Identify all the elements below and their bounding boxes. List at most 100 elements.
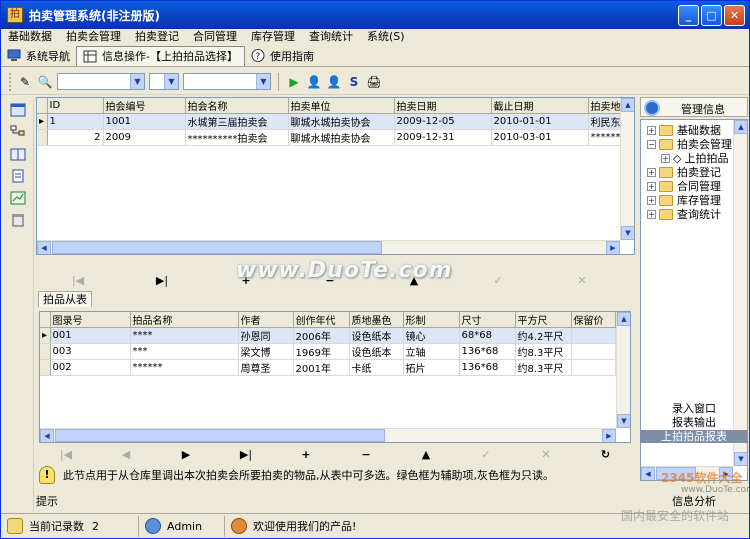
table-cell[interactable]: 1001 — [103, 113, 186, 130]
print-icon[interactable]: 🖨 — [366, 74, 382, 90]
scroll-up-arrow[interactable]: ▲ — [621, 98, 634, 112]
vertical-scrollbar[interactable]: ▲ ▼ — [616, 312, 630, 428]
minimize-button[interactable]: _ — [678, 5, 699, 26]
table-cell[interactable]: 136*68 — [459, 343, 516, 360]
horizontal-scrollbar[interactable]: ◀ ▶ — [40, 428, 616, 442]
menu-basic-data[interactable]: 基础数据 — [1, 29, 59, 45]
table-cell[interactable] — [571, 343, 616, 360]
next-record-icon[interactable]: ▶ — [156, 448, 216, 461]
expand-icon[interactable]: + — [647, 195, 656, 205]
scroll-down-arrow[interactable]: ▼ — [734, 452, 747, 466]
menu-query-statistics[interactable]: 查询统计 — [302, 29, 360, 45]
table-cell[interactable]: 卡纸 — [349, 359, 404, 376]
column-header[interactable]: 拍卖日期 — [394, 98, 492, 114]
tree-item-auction-management[interactable]: − 拍卖会管理 — [647, 137, 732, 151]
post-record-icon[interactable]: ✓ — [456, 448, 516, 461]
tree-item-query-statistics[interactable]: + 查询统计 — [647, 207, 721, 221]
column-header[interactable]: 形制 — [403, 312, 460, 328]
collapse-icon[interactable]: − — [647, 139, 656, 149]
column-header[interactable]: 尺寸 — [459, 312, 516, 328]
table-cell[interactable]: 2009-12-31 — [394, 129, 492, 146]
column-header[interactable]: 拍品名称 — [130, 312, 239, 328]
column-header[interactable]: 拍卖单位 — [288, 98, 395, 114]
table-row[interactable]: 003 *** 梁文博 1969年 设色纸本 立轴 136*68 约8.3平尺 — [40, 343, 616, 360]
find-user-icon[interactable]: 👤 — [306, 74, 322, 90]
table-cell[interactable]: 设色纸本 — [349, 343, 404, 360]
table-cell[interactable]: 聊城水城拍卖协会 — [288, 113, 395, 130]
table-cell[interactable]: 002 — [50, 359, 131, 376]
scroll-down-arrow[interactable]: ▼ — [617, 414, 630, 428]
table-cell[interactable]: 2001年 — [293, 359, 350, 376]
expand-icon[interactable]: + — [647, 181, 656, 191]
refresh-icon[interactable]: S — [346, 74, 362, 90]
entry-window-button[interactable]: 录入窗口 — [640, 402, 748, 415]
table-cell[interactable]: 立轴 — [403, 343, 460, 360]
table-cell[interactable]: 136*68 — [459, 359, 516, 376]
cancel-record-icon[interactable]: ✕ — [516, 448, 576, 461]
scroll-right-arrow[interactable]: ▶ — [719, 467, 733, 480]
expand-icon[interactable]: + — [647, 209, 656, 219]
maximize-button[interactable]: □ — [701, 5, 722, 26]
last-record-icon[interactable]: ▶| — [120, 274, 204, 287]
table-cell[interactable]: 1 — [47, 113, 104, 130]
column-header[interactable]: 图录号 — [50, 312, 131, 328]
table-cell[interactable]: 2009-12-05 — [394, 113, 492, 130]
table-cell[interactable]: 003 — [50, 343, 131, 360]
table-row[interactable]: 002 ****** 周尊圣 2001年 卡纸 拓片 136*68 约8.3平尺 — [40, 359, 616, 376]
table-cell[interactable]: 约4.2平尺 — [515, 327, 572, 344]
menu-system[interactable]: 系统(S) — [360, 29, 412, 45]
column-header[interactable]: 截止日期 — [491, 98, 589, 114]
table-cell[interactable]: *** — [130, 343, 239, 360]
tree-item-basic-data[interactable]: + 基础数据 — [647, 123, 721, 137]
tree-item-inventory-management[interactable]: + 库存管理 — [647, 193, 721, 207]
table-cell[interactable]: 镜心 — [403, 327, 460, 344]
scroll-up-arrow[interactable]: ▲ — [734, 120, 747, 134]
table-cell[interactable]: 2010-03-01 — [491, 129, 589, 146]
info-analysis-button[interactable]: 信息分析 — [640, 495, 748, 508]
scroll-up-arrow[interactable]: ▲ — [617, 312, 630, 326]
first-record-icon[interactable]: |◀ — [36, 274, 120, 287]
horizontal-scrollbar[interactable]: ◀ ▶ — [641, 466, 733, 480]
prior-record-icon[interactable]: ◀ — [96, 448, 156, 461]
table-cell[interactable]: 聊城水城拍卖协会 — [288, 129, 395, 146]
horizontal-scrollbar[interactable]: ◀ ▶ — [37, 240, 620, 254]
scroll-down-arrow[interactable]: ▼ — [621, 226, 634, 240]
window-icon[interactable] — [10, 103, 26, 117]
refresh-icon[interactable]: ↻ — [576, 448, 635, 461]
field-select[interactable]: ▼ — [57, 73, 145, 90]
menu-contract-management[interactable]: 合同管理 — [186, 29, 244, 45]
scroll-thumb[interactable] — [656, 467, 696, 480]
table-cell[interactable]: 孙恩同 — [238, 327, 294, 344]
table-cell[interactable]: 1969年 — [293, 343, 350, 360]
menu-inventory-management[interactable]: 库存管理 — [244, 29, 302, 45]
post-record-icon[interactable]: ✓ — [456, 274, 540, 287]
scroll-left-arrow[interactable]: ◀ — [40, 429, 54, 442]
menu-auction-registration[interactable]: 拍卖登记 — [128, 29, 186, 45]
table-cell[interactable]: 利民东 — [588, 113, 624, 130]
value-select[interactable]: ▼ — [183, 73, 271, 90]
expand-icon[interactable]: + — [661, 153, 670, 163]
column-header[interactable]: 质地墨色 — [349, 312, 404, 328]
table-cell[interactable]: 2010-01-01 — [491, 113, 589, 130]
edit-record-icon[interactable]: ▲ — [372, 274, 456, 287]
book-icon[interactable] — [10, 147, 26, 161]
table-cell[interactable]: 约8.3平尺 — [515, 359, 572, 376]
column-header[interactable]: 保留价 — [571, 312, 616, 328]
table-cell[interactable]: 2009 — [103, 129, 186, 146]
title-bar[interactable]: 拍 拍卖管理系统(非注册版) _ □ ✕ — [1, 1, 749, 29]
column-header[interactable]: 拍卖地 — [588, 98, 624, 114]
pencil-icon[interactable]: ✎ — [17, 74, 33, 90]
table-cell[interactable]: 拓片 — [403, 359, 460, 376]
column-header[interactable]: 平方尺 — [515, 312, 572, 328]
column-header[interactable]: 创作年代 — [293, 312, 350, 328]
insert-record-icon[interactable]: + — [276, 448, 336, 461]
preview-icon[interactable]: 🔍 — [37, 74, 53, 90]
tab-user-guide[interactable]: ? 使用指南 — [245, 46, 320, 66]
tab-lot-detail[interactable]: 拍品从表 — [38, 291, 92, 307]
last-record-icon[interactable]: ▶| — [216, 448, 276, 461]
table-cell[interactable]: 水城第三届拍卖会 — [185, 113, 289, 130]
document-icon[interactable] — [10, 169, 26, 183]
table-cell[interactable]: ****** — [130, 359, 239, 376]
column-header[interactable]: 拍会名称 — [185, 98, 289, 114]
run-query-icon[interactable]: ▶ — [286, 74, 302, 90]
